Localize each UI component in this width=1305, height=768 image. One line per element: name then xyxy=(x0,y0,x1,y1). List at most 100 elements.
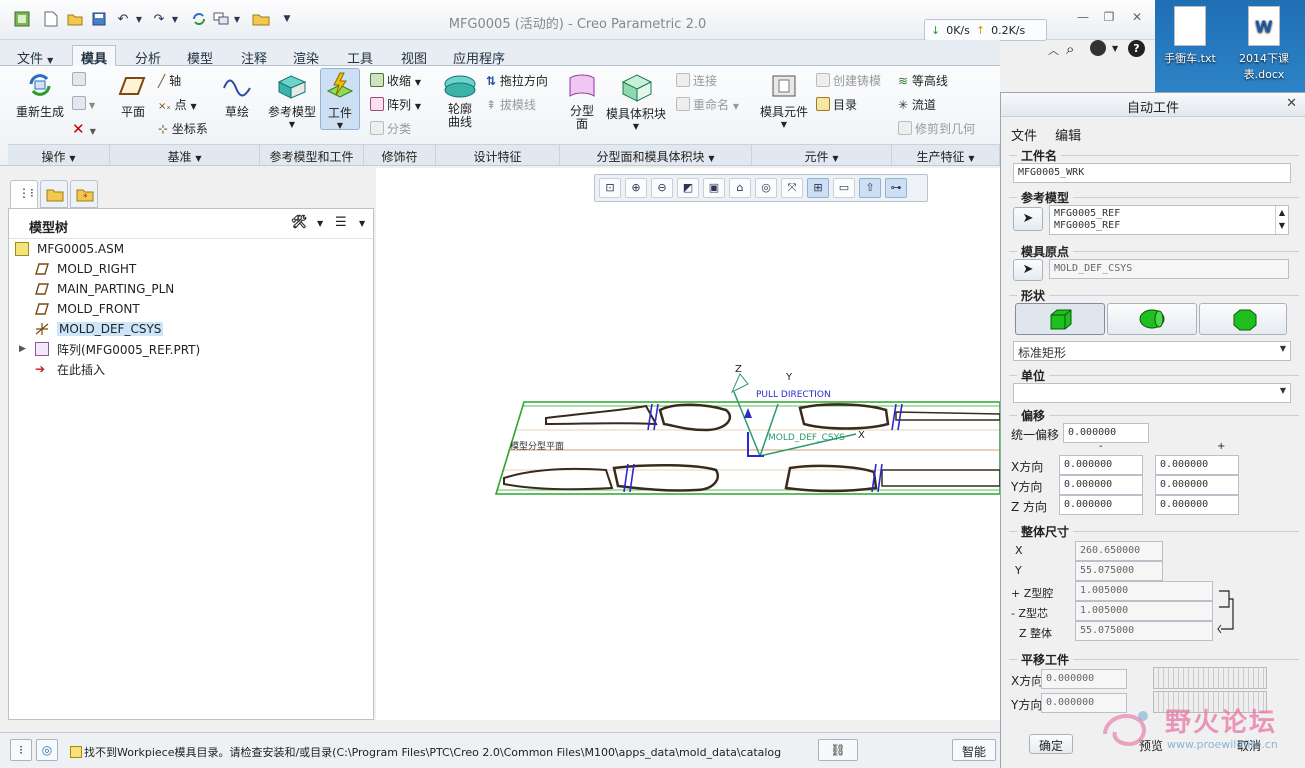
group-components[interactable]: 元件 ▼ xyxy=(752,144,892,165)
tree-settings-icon[interactable]: 🛠 xyxy=(291,215,308,230)
draft-line-button[interactable]: ⇞ 拔模线 xyxy=(486,96,536,113)
translate-y-thumbwheel[interactable] xyxy=(1153,691,1267,713)
ref-model-list[interactable]: MFG0005_REF MFG0005_REF xyxy=(1049,205,1289,235)
directory-button[interactable]: 目录 xyxy=(816,96,857,113)
link-bracket-icon[interactable] xyxy=(1217,587,1239,633)
shape-select[interactable]: 标准矩形 ▼ xyxy=(1013,341,1291,361)
translate-x-field[interactable]: 0.000000 xyxy=(1041,669,1127,689)
csys-button[interactable]: ⊹ 坐标系 xyxy=(158,120,208,137)
tree-item-mold-def-csys[interactable]: MOLD_DEF_CSYS xyxy=(9,319,373,339)
tab-favorites[interactable]: * xyxy=(70,180,98,208)
desktop-file-docx[interactable]: 2014下课表.docx xyxy=(1229,6,1299,82)
refit-icon[interactable]: ⊡ xyxy=(599,178,621,198)
copy-icon[interactable] xyxy=(72,72,89,87)
trim-geometry-button[interactable]: 修剪到几何 xyxy=(898,120,975,137)
dialog-menu-edit[interactable]: 编辑 xyxy=(1055,129,1081,144)
tab-mold[interactable]: 模具 xyxy=(72,45,117,67)
parting-surface-button[interactable]: 分型面 xyxy=(564,72,600,131)
tab-folder-browser[interactable] xyxy=(40,180,68,208)
dialog-close-icon[interactable]: ✕ xyxy=(1286,96,1297,111)
unit-select[interactable]: ▼ xyxy=(1013,383,1291,403)
origin-select-button[interactable]: ➤ xyxy=(1013,259,1043,281)
desktop-file-txt[interactable]: 手衝车.txt xyxy=(1155,6,1225,66)
shape-cylinder-button[interactable] xyxy=(1107,303,1197,335)
connect-button[interactable]: 连接 xyxy=(676,72,717,89)
zoom-out-icon[interactable]: ⊖ xyxy=(651,178,673,198)
classify-button[interactable]: 分类 xyxy=(370,120,411,137)
cavity-field[interactable]: 1.005000 xyxy=(1075,581,1213,601)
selection-filter-icon[interactable]: ⛓ xyxy=(818,739,858,761)
mold-component-button[interactable]: 模具元件 ▼ xyxy=(758,72,810,129)
dialog-menu-file[interactable]: 文件 xyxy=(1011,129,1037,144)
zoom-in-icon[interactable]: ⊕ xyxy=(625,178,647,198)
tab-view[interactable]: 视图 xyxy=(392,45,436,67)
cancel-button[interactable]: 取消 xyxy=(1227,734,1271,754)
core-field[interactable]: 1.005000 xyxy=(1075,601,1213,621)
pull-direction-button[interactable]: ⇅ 拖拉方向 xyxy=(486,72,548,89)
uniform-offset-field[interactable]: 0.000000 xyxy=(1063,423,1149,443)
graphics-window[interactable]: Z Y X PULL DIRECTION MOLD_DEF_CSYS 模型分型平… xyxy=(376,168,1000,720)
tab-model-tree[interactable]: ⋮⁝ xyxy=(10,180,38,208)
plane-button[interactable]: 平面 xyxy=(116,72,150,120)
ok-button[interactable]: 确定 xyxy=(1029,734,1073,754)
dim-x-field[interactable]: 260.650000 xyxy=(1075,541,1163,561)
point-button[interactable]: ×ₓ 点 ▼ xyxy=(158,96,197,113)
origin-field[interactable]: MOLD_DEF_CSYS xyxy=(1049,259,1289,279)
runner-button[interactable]: ✳ 流道 xyxy=(898,96,936,113)
tree-settings-dropdown-icon[interactable]: ▼ xyxy=(317,219,323,228)
toggle-browser-icon[interactable]: ◎ xyxy=(36,739,58,761)
delete-icon[interactable]: ✕ ▼ xyxy=(72,120,96,138)
group-operations[interactable]: 操作 ▼ xyxy=(8,144,110,165)
regenerate-button[interactable]: 重新生成 xyxy=(12,70,68,120)
tree-item-mold-right[interactable]: MOLD_RIGHT xyxy=(9,259,373,279)
x-plus-field[interactable]: 0.000000 xyxy=(1155,455,1239,475)
preview-button[interactable]: 预览 xyxy=(1129,734,1173,754)
tree-item-asm[interactable]: MFG0005.ASM xyxy=(9,239,373,259)
tab-annotate[interactable]: 注释 xyxy=(232,45,276,67)
y-minus-field[interactable]: 0.000000 xyxy=(1059,475,1143,495)
tab-analysis[interactable]: 分析 xyxy=(126,45,170,67)
scroll-down-icon[interactable]: ▼ xyxy=(1276,219,1288,232)
help-icon[interactable]: ? xyxy=(1128,40,1145,57)
expand-icon[interactable]: ▶ xyxy=(19,344,26,354)
annotation-display-icon[interactable]: ▭ xyxy=(833,178,855,198)
dim-y-field[interactable]: 55.075000 xyxy=(1075,561,1163,581)
silhouette-button[interactable]: 轮廓曲线 xyxy=(440,72,480,129)
pattern-button[interactable]: 阵列 ▼ xyxy=(370,96,421,113)
ref-model-item[interactable]: MFG0005_REF xyxy=(1054,220,1284,232)
csys-display-icon[interactable]: ⊶ xyxy=(885,178,907,198)
translate-y-field[interactable]: 0.000000 xyxy=(1041,693,1127,713)
tree-item-mold-front[interactable]: MOLD_FRONT xyxy=(9,299,373,319)
smart-filter-select[interactable]: 智能 xyxy=(952,739,996,761)
maximize-button[interactable]: ❐ xyxy=(1098,10,1120,26)
tree-item-insert-here[interactable]: ➔ 在此插入 xyxy=(9,359,373,379)
tree-columns-icon[interactable]: ☰ xyxy=(335,215,347,230)
close-button[interactable]: ✕ xyxy=(1126,10,1148,26)
group-datum[interactable]: 基准 ▼ xyxy=(110,144,260,165)
repaint-icon[interactable]: ◩ xyxy=(677,178,699,198)
workpiece-name-field[interactable]: MFG0005_WRK xyxy=(1013,163,1291,183)
group-production[interactable]: 生产特征 ▼ xyxy=(892,144,1000,165)
community-icon[interactable] xyxy=(1090,40,1106,56)
tab-tools[interactable]: 工具 xyxy=(338,45,382,67)
tab-applications[interactable]: 应用程序 xyxy=(444,45,514,67)
toggle-navigator-icon[interactable]: ⁝ xyxy=(10,739,32,761)
tree-item-main-parting-pln[interactable]: MAIN_PARTING_PLN xyxy=(9,279,373,299)
y-plus-field[interactable]: 0.000000 xyxy=(1155,475,1239,495)
axis-button[interactable]: ╱ 轴 xyxy=(158,72,181,89)
ref-model-scrollbar[interactable]: ▲ ▼ xyxy=(1275,206,1288,234)
workpiece-button[interactable]: 工件 ▼ xyxy=(320,68,360,130)
tab-file[interactable]: 文件 ▼ xyxy=(8,45,62,67)
paste-icon[interactable]: ▼ xyxy=(72,96,95,111)
rename-button[interactable]: 重命名 ▼ xyxy=(676,96,739,113)
z-plus-field[interactable]: 0.000000 xyxy=(1155,495,1239,515)
datum-display-icon[interactable]: ⊞ xyxy=(807,178,829,198)
z-total-field[interactable]: 55.075000 xyxy=(1075,621,1213,641)
ref-model-select-button[interactable]: ➤ xyxy=(1013,207,1043,231)
shape-rectangle-button[interactable] xyxy=(1015,303,1105,335)
perspective-icon[interactable]: ⤧ xyxy=(781,178,803,198)
x-minus-field[interactable]: 0.000000 xyxy=(1059,455,1143,475)
contour-button[interactable]: ≋ 等高线 xyxy=(898,72,948,89)
shrink-button[interactable]: 收缩 ▼ xyxy=(370,72,421,89)
tree-columns-dropdown-icon[interactable]: ▼ xyxy=(359,219,365,228)
